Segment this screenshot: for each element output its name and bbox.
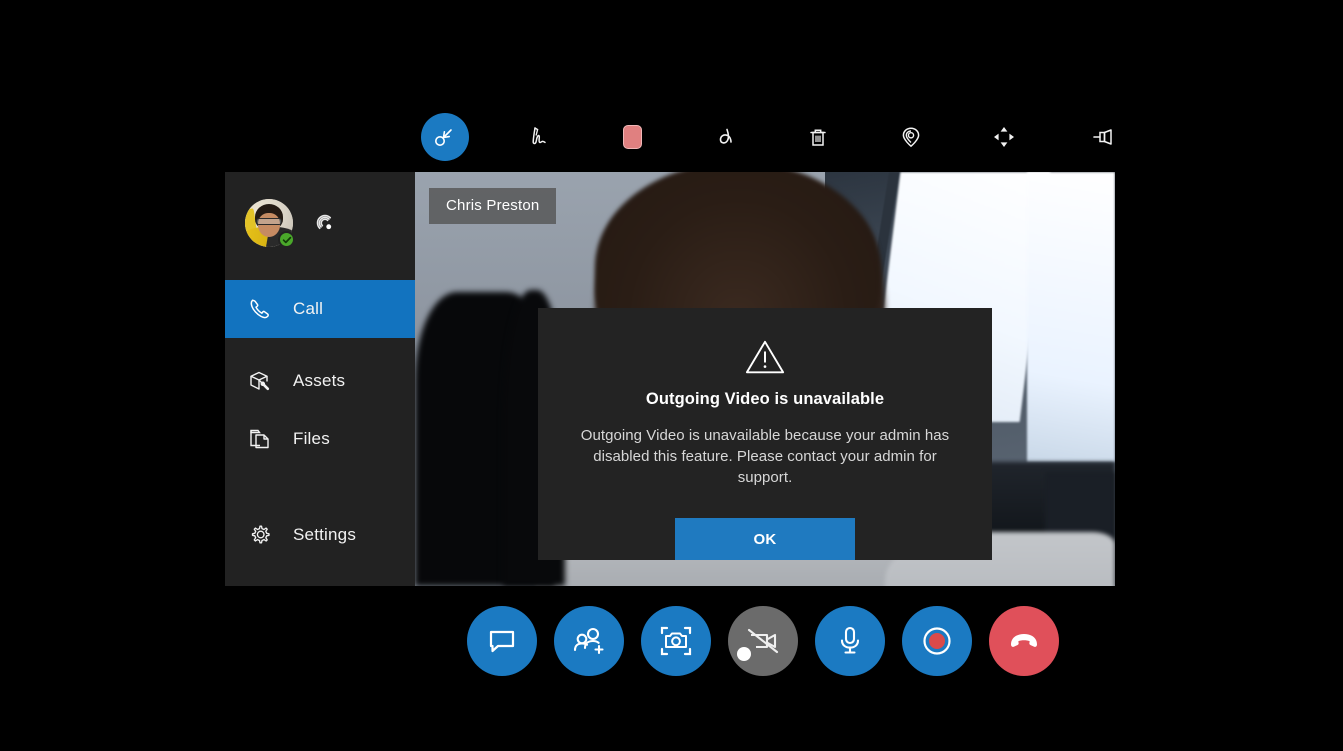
- color-swatch-icon: [623, 125, 642, 149]
- arrow-tool-button[interactable]: [881, 107, 941, 167]
- sidebar-item-label: Assets: [293, 371, 345, 391]
- package-icon: [245, 366, 275, 396]
- dialog-title: Outgoing Video is unavailable: [646, 390, 884, 409]
- delete-tool-button[interactable]: [788, 107, 848, 167]
- sidebar-item-label: Call: [293, 299, 323, 319]
- avatar[interactable]: [245, 199, 293, 247]
- participant-name-tag: Chris Preston: [429, 188, 556, 224]
- record-icon: [917, 621, 957, 661]
- files-icon: [245, 424, 275, 454]
- microphone-icon: [832, 623, 868, 659]
- add-people-button[interactable]: [554, 606, 624, 676]
- undo-tool-button[interactable]: [695, 107, 755, 167]
- sidebar-nav: Call Assets: [225, 274, 415, 586]
- select-tool-active-circle: [421, 113, 469, 161]
- hangup-phone-icon: [1004, 621, 1044, 661]
- pushpin-icon: [1089, 122, 1119, 152]
- move-arrows-icon: [989, 122, 1019, 152]
- undo-arrow-icon: [710, 122, 740, 152]
- sidebar-item-label: Settings: [293, 525, 356, 545]
- sidebar-item-call[interactable]: Call: [225, 280, 415, 338]
- trash-icon: [803, 122, 833, 152]
- camera-icon: [657, 622, 695, 660]
- sidebar: Call Assets: [225, 172, 415, 586]
- select-tool-button[interactable]: [415, 107, 475, 167]
- mute-button[interactable]: [815, 606, 885, 676]
- color-tool-button[interactable]: [602, 107, 662, 167]
- check-icon: [282, 235, 292, 245]
- app-root: Call Assets: [0, 0, 1343, 751]
- dialog-message: Outgoing Video is unavailable because yo…: [565, 425, 965, 488]
- warning-triangle-icon: [743, 338, 787, 376]
- profile-section: [225, 172, 415, 274]
- sidebar-item-label: Files: [293, 429, 330, 449]
- add-person-icon: [570, 622, 608, 660]
- cursor-select-icon: [431, 123, 459, 151]
- sidebar-item-settings[interactable]: Settings: [225, 506, 415, 564]
- call-controls-bar: [467, 606, 1059, 676]
- green-check-badge: [278, 231, 295, 248]
- phone-icon: [245, 294, 275, 324]
- pin-tool-button[interactable]: [1074, 107, 1134, 167]
- snapshot-button[interactable]: [641, 606, 711, 676]
- chat-bubble-icon: [484, 623, 520, 659]
- pen-ink-icon: [524, 122, 554, 152]
- video-unavailable-dialog: Outgoing Video is unavailable Outgoing V…: [538, 308, 992, 560]
- ok-button[interactable]: OK: [675, 518, 855, 560]
- hangup-button[interactable]: [989, 606, 1059, 676]
- annotation-toolbar: [415, 104, 1115, 170]
- wifi-signal-icon: [311, 209, 339, 237]
- sidebar-item-files[interactable]: Files: [225, 410, 415, 468]
- move-tool-button[interactable]: [974, 107, 1034, 167]
- sidebar-item-assets[interactable]: Assets: [225, 352, 415, 410]
- location-pin-icon: [896, 122, 926, 152]
- record-button[interactable]: [902, 606, 972, 676]
- video-button[interactable]: [728, 606, 798, 676]
- gear-icon: [245, 520, 275, 550]
- video-disabled-indicator: [737, 647, 751, 661]
- ink-tool-button[interactable]: [509, 107, 569, 167]
- chat-button[interactable]: [467, 606, 537, 676]
